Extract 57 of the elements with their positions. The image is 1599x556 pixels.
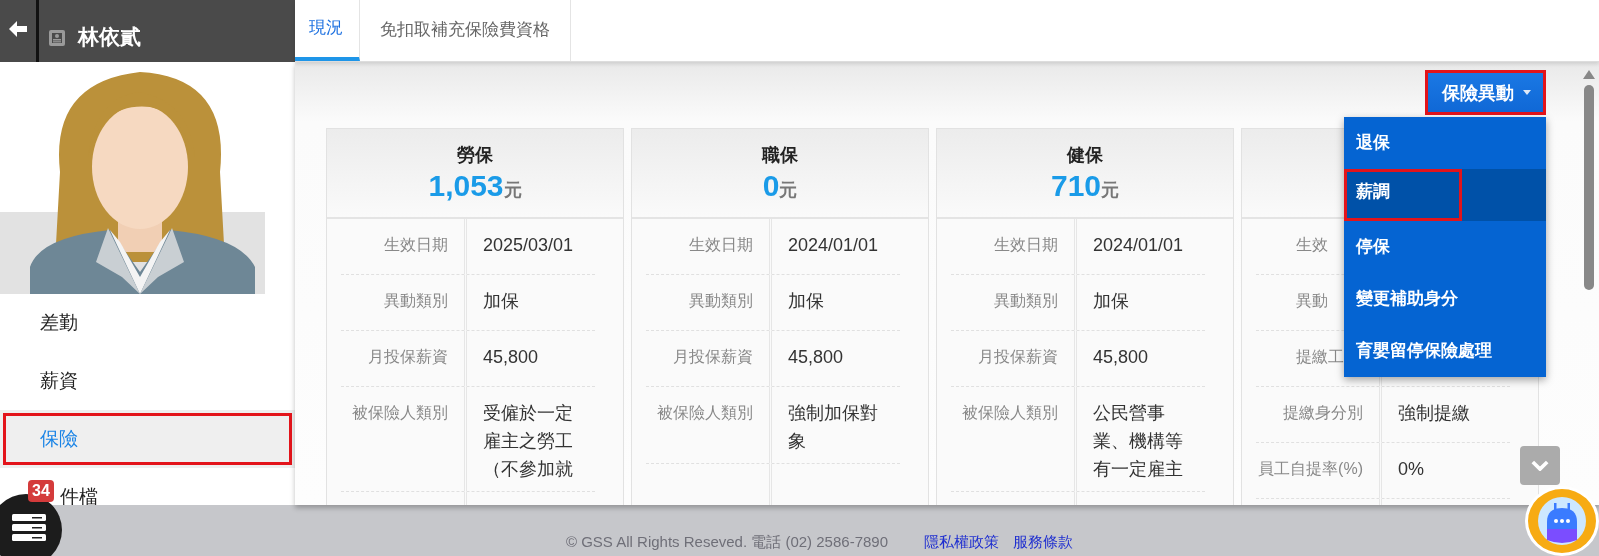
- field-label: 異動類別: [341, 275, 467, 330]
- field-label: 員工自提率(%): [1256, 443, 1382, 498]
- field-value: 受僱於一定雇主之勞工（不參加就: [483, 402, 574, 481]
- back-arrow-icon[interactable]: [8, 19, 28, 39]
- sidebar-item[interactable]: 保險: [0, 410, 295, 468]
- field-value: 45,800: [1093, 346, 1150, 369]
- field-value: 45,800: [483, 346, 540, 369]
- field-value: 強制加保對象: [788, 402, 879, 453]
- id-card-icon: [48, 29, 66, 47]
- amount: 710: [1050, 169, 1102, 202]
- insurance-change-button[interactable]: 保險異動: [1425, 70, 1546, 115]
- currency-unit: 元: [1101, 180, 1120, 200]
- footer-link[interactable]: 隱私權政策: [924, 533, 999, 552]
- field-label: 生效日期: [951, 219, 1077, 274]
- field-label: 提繳身分別: [1256, 387, 1382, 442]
- sidebar-item[interactable]: 薪資: [0, 352, 295, 410]
- field-label: 被保險人類別: [646, 387, 772, 463]
- field-label: 生效日期: [646, 219, 772, 274]
- amount: 0: [762, 169, 780, 202]
- card-title: 勞保: [457, 144, 493, 167]
- tab[interactable]: 免扣取補充保險費資格: [360, 0, 571, 61]
- field-value: 0%: [1398, 458, 1425, 481]
- field-value: 2025/03/01: [483, 234, 575, 257]
- caret-icon: [1523, 90, 1531, 95]
- field-value: 公民營事業、機構等有一定雇主: [1093, 402, 1184, 481]
- sidebar-item[interactable]: 差勤: [0, 294, 295, 352]
- amount: 1,053: [428, 169, 504, 202]
- chevron-down-icon: [1531, 460, 1549, 471]
- currency-unit: 元: [503, 180, 522, 200]
- field-value: 強制提繳: [1398, 402, 1471, 425]
- menu-icon: [12, 514, 46, 542]
- menu-fab[interactable]: [0, 494, 62, 556]
- field-value: 加保: [1093, 290, 1130, 313]
- notification-badge: 34: [28, 480, 54, 502]
- person-name: 林依貳: [78, 24, 141, 50]
- field-label: 月投保薪資: [341, 331, 467, 386]
- field-label: 生效日期: [341, 219, 467, 274]
- footer-link[interactable]: 服務條款: [1013, 533, 1073, 552]
- field-value: 加保: [788, 290, 825, 313]
- field-label: 被保險人類別: [951, 387, 1077, 491]
- currency-unit: 元: [779, 180, 798, 200]
- card-title: 健保: [1067, 144, 1103, 167]
- field-value: 2024/01/01: [1093, 234, 1185, 257]
- field-label: 異動類別: [951, 275, 1077, 330]
- field-value: 2024/01/01: [788, 234, 880, 257]
- field-label: 異動類別: [646, 275, 772, 330]
- chatbot-button[interactable]: [1525, 486, 1599, 556]
- field-value: 加保: [483, 290, 520, 313]
- field-label: 被保險人類別: [341, 387, 467, 491]
- card-title: 職保: [762, 144, 798, 167]
- field-label: 月投保薪資: [646, 331, 772, 386]
- sidebar-item[interactable]: 件檔: [60, 468, 98, 505]
- robot-icon: [1537, 496, 1587, 546]
- menu-item[interactable]: 退保: [1344, 117, 1402, 169]
- field-label: 月投保薪資: [951, 331, 1077, 386]
- field-value: 45,800: [788, 346, 845, 369]
- copyright-text: © GSS All Rights Reseved. 電話 (02) 2586-7890: [565, 533, 888, 552]
